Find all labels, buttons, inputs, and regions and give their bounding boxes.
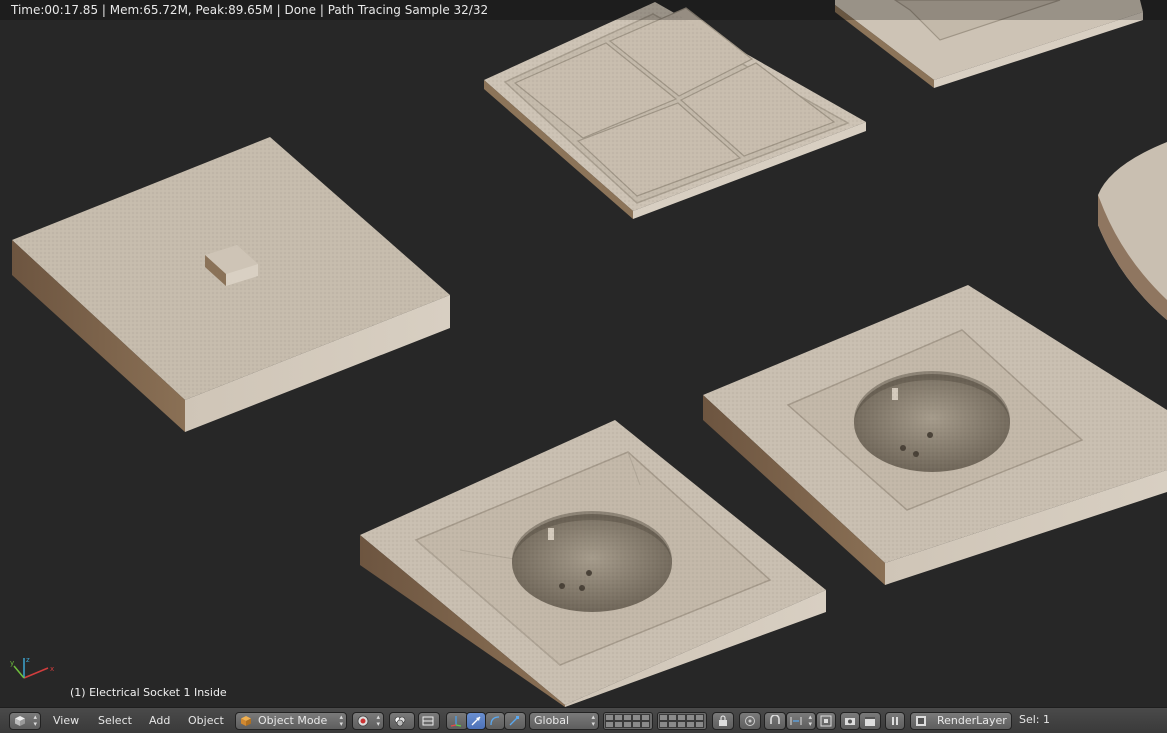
manipulator-toggle[interactable]	[446, 712, 468, 730]
object-mode-icon	[241, 716, 251, 726]
menu-view[interactable]: View	[53, 712, 79, 730]
pivot-icon	[394, 716, 406, 727]
render-anim-icon	[865, 717, 875, 726]
svg-text:x: x	[50, 665, 54, 673]
manipulator-icon	[450, 716, 462, 727]
pause-icon	[892, 717, 898, 725]
selection-count: Sel: 1	[1019, 713, 1051, 726]
right-rounded-object	[1098, 142, 1167, 320]
snap-element-icon	[790, 717, 802, 725]
orientation-dropdown-label: Global	[534, 714, 570, 727]
menu-object[interactable]: Object	[188, 712, 224, 730]
render-status-text: Time:00:17.85 | Mem:65.72M, Peak:89.65M …	[0, 0, 1167, 20]
transform-orientation-dropdown[interactable]: Global ▴ ▾	[529, 712, 599, 730]
snap-icon	[770, 715, 780, 724]
snap-toggle-button[interactable]	[764, 712, 786, 730]
rotate-manipulator-button[interactable]	[485, 712, 505, 730]
blank-plate	[12, 137, 450, 432]
editor-type-cube-icon	[15, 716, 25, 726]
snap-element-dropdown[interactable]: ▴ ▾	[786, 712, 816, 730]
render-layer-dropdown[interactable]: RenderLayer	[910, 712, 1012, 730]
render-still-button[interactable]	[840, 712, 860, 730]
svg-text:z: z	[26, 656, 30, 664]
layers-grid-right[interactable]	[657, 712, 707, 730]
lock-icon	[719, 715, 727, 726]
active-object-label: (1) Electrical Socket 1 Inside	[70, 686, 227, 699]
svg-text:y: y	[10, 659, 14, 667]
viewport-shading-button[interactable]: ▴ ▾	[352, 712, 384, 730]
scale-manipulator-button[interactable]	[504, 712, 526, 730]
render-layer-icon	[916, 716, 926, 726]
render-scene	[12, 0, 1167, 707]
four-gang-switch	[484, 2, 866, 219]
render-animation-button[interactable]	[859, 712, 881, 730]
menu-select[interactable]: Select	[98, 712, 132, 730]
layers-grid-left[interactable]	[603, 712, 653, 730]
pivot-around-button[interactable]	[418, 712, 440, 730]
menu-add[interactable]: Add	[149, 712, 170, 730]
proportional-edit-icon	[745, 716, 755, 726]
snap-target-button[interactable]	[816, 712, 836, 730]
pivot-around-icon	[422, 716, 434, 726]
mode-dropdown[interactable]: Object Mode ▴ ▾	[235, 712, 347, 730]
render-still-icon	[845, 718, 855, 725]
mode-dropdown-label: Object Mode	[258, 714, 328, 727]
rotate-icon	[490, 716, 500, 726]
3d-viewport[interactable]: Time:00:17.85 | Mem:65.72M, Peak:89.65M …	[0, 0, 1167, 707]
shading-sphere-icon	[357, 715, 369, 727]
editor-type-button[interactable]: ▴ ▾	[9, 712, 41, 730]
pause-render-button[interactable]	[885, 712, 905, 730]
scale-icon	[509, 716, 519, 726]
snap-target-icon	[820, 715, 832, 727]
pivot-point-button[interactable]	[389, 712, 415, 730]
viewport-header: ▴ ▾ View Select Add Object Object Mode ▴ ▾…	[0, 707, 1167, 733]
electrical-socket-2	[703, 285, 1167, 585]
axis-gizmo-icon: x z y	[10, 656, 54, 679]
translate-icon	[471, 716, 481, 726]
render-layer-label: RenderLayer	[937, 714, 1007, 727]
translate-manipulator-button[interactable]	[466, 712, 486, 730]
lock-layers-button[interactable]	[712, 712, 734, 730]
proportional-edit-button[interactable]	[739, 712, 761, 730]
